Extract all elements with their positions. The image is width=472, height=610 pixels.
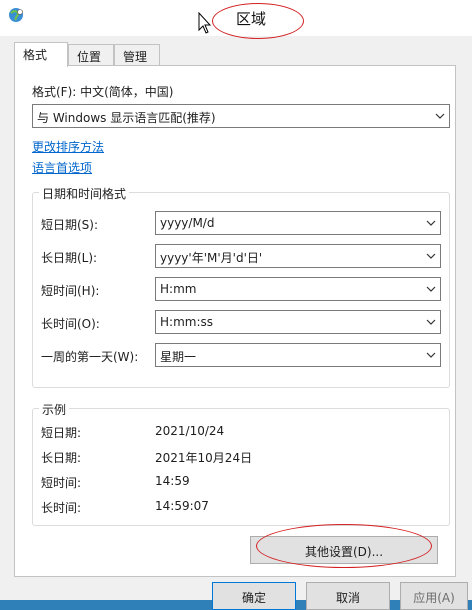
short-date-label: 短日期(S): — [41, 218, 99, 232]
first-day-value: 星期一 — [160, 350, 197, 364]
short-time-value: H:mm — [160, 282, 197, 296]
short-time-select[interactable]: H:mm — [155, 277, 441, 301]
long-time-select[interactable]: H:mm:ss — [155, 310, 441, 334]
tab-admin[interactable]: 管理 — [114, 44, 160, 66]
example-long-date-value: 2021年10月24日 — [155, 451, 253, 465]
chevron-down-icon — [426, 220, 436, 226]
long-date-select[interactable]: yyyy'年'M'月'd'日' — [155, 244, 441, 268]
tab-location[interactable]: 位置 — [68, 44, 114, 66]
region-dialog: 区域 格式 位置 管理 格式(F): 中文(简体，中国) 与 Windows 显… — [0, 0, 472, 610]
format-tab-panel: 格式(F): 中文(简体，中国) 与 Windows 显示语言匹配(推荐) 更改… — [14, 65, 456, 577]
other-settings-label: 其他设置(D)... — [304, 545, 384, 559]
format-label: 格式(F): 中文(简体，中国) — [32, 85, 174, 99]
chevron-down-icon — [426, 286, 436, 292]
window-title: 区域 — [236, 10, 267, 28]
chevron-down-icon — [435, 113, 445, 119]
long-date-label: 长日期(L): — [41, 251, 98, 265]
cancel-label: 取消 — [335, 591, 360, 605]
language-preferences-link[interactable]: 语言首选项 — [32, 159, 92, 176]
apply-button[interactable]: 应用(A) — [400, 582, 468, 610]
ok-label: 确定 — [241, 591, 266, 605]
example-long-date-label: 长日期: — [41, 451, 82, 465]
mouse-cursor-icon — [198, 12, 212, 34]
tab-format-label: 格式 — [23, 48, 48, 62]
datetime-group-title: 日期和时间格式 — [39, 185, 130, 202]
format-select-value: 与 Windows 显示语言匹配(推荐) — [37, 111, 216, 125]
long-time-value: H:mm:ss — [160, 315, 213, 329]
example-long-time-label: 长时间: — [41, 501, 82, 515]
chevron-down-icon — [426, 319, 436, 325]
cancel-button[interactable]: 取消 — [306, 582, 390, 610]
first-day-select[interactable]: 星期一 — [155, 343, 441, 367]
example-short-time-value: 14:59 — [155, 474, 190, 488]
long-time-label: 长时间(O): — [41, 317, 100, 331]
tab-location-label: 位置 — [77, 50, 102, 64]
tab-format[interactable]: 格式 — [14, 42, 68, 67]
example-group: 示例 短日期: 2021/10/24 长日期: 2021年10月24日 短时间:… — [32, 401, 450, 526]
tab-admin-label: 管理 — [123, 50, 148, 64]
short-date-select[interactable]: yyyy/M/d — [155, 211, 441, 235]
apply-label: 应用(A) — [413, 591, 455, 605]
chevron-down-icon — [426, 352, 436, 358]
example-long-time-value: 14:59:07 — [155, 499, 209, 513]
ok-button[interactable]: 确定 — [212, 582, 296, 610]
change-sort-link[interactable]: 更改排序方法 — [32, 138, 104, 155]
example-group-title: 示例 — [39, 401, 70, 418]
other-settings-button[interactable]: 其他设置(D)... — [250, 536, 438, 564]
long-date-value: yyyy'年'M'月'd'日' — [160, 251, 263, 265]
example-short-date-label: 短日期: — [41, 426, 82, 440]
short-time-label: 短时间(H): — [41, 284, 100, 298]
datetime-format-group: 日期和时间格式 短日期(S): yyyy/M/d 长日期(L): yyyy'年'… — [32, 185, 450, 388]
chevron-down-icon — [426, 253, 436, 259]
example-short-date-value: 2021/10/24 — [155, 424, 225, 438]
short-date-value: yyyy/M/d — [160, 216, 215, 230]
example-short-time-label: 短时间: — [41, 476, 82, 490]
first-day-label: 一周的第一天(W): — [41, 350, 139, 364]
format-select[interactable]: 与 Windows 显示语言匹配(推荐) — [32, 104, 450, 128]
region-globe-icon — [9, 8, 23, 22]
title-bar: 区域 — [0, 0, 472, 39]
